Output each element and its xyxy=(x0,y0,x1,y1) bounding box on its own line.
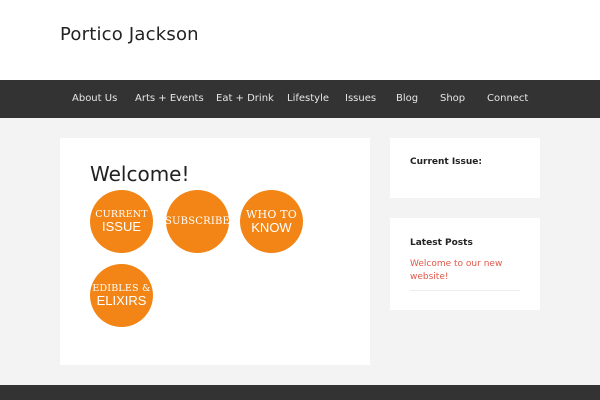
latest-posts-widget-title: Latest Posts xyxy=(410,238,473,248)
edibles-elixirs-button[interactable]: Edibles & Elixirs xyxy=(90,264,153,327)
post-divider xyxy=(410,290,520,291)
current-issue-button[interactable]: Current Issue xyxy=(90,190,153,253)
site-title[interactable]: Portico Jackson xyxy=(60,24,199,45)
current-issue-label-line2: Issue xyxy=(101,219,141,234)
nav-item-shop[interactable]: Shop xyxy=(440,80,465,118)
subscribe-button[interactable]: Subscribe xyxy=(164,190,231,253)
main-nav: About Us Arts + Events Eat + Drink Lifes… xyxy=(0,80,600,118)
latest-posts-widget: Latest Posts Welcome to our new website! xyxy=(390,218,540,310)
nav-item-eat-drink[interactable]: Eat + Drink xyxy=(216,80,274,118)
nav-item-about-us[interactable]: About Us xyxy=(72,80,117,118)
page-title: Welcome! xyxy=(90,162,190,186)
welcome-panel: Welcome! Current Issue Subscribe Who to … xyxy=(60,138,370,365)
edibles-elixirs-label-line2: Elixirs xyxy=(96,293,147,308)
current-issue-widget-title: Current Issue: xyxy=(410,157,483,167)
nav-item-lifestyle[interactable]: Lifestyle xyxy=(287,80,329,118)
nav-item-arts-events[interactable]: Arts + Events xyxy=(135,80,204,118)
site-header: Portico Jackson xyxy=(0,0,600,80)
latest-post-link[interactable]: Welcome to our new website! xyxy=(410,258,520,284)
current-issue-widget: Current Issue: xyxy=(390,138,540,198)
who-to-know-button[interactable]: Who to Know xyxy=(240,190,303,253)
site-footer xyxy=(0,385,600,400)
nav-item-issues[interactable]: Issues xyxy=(345,80,376,118)
nav-item-connect[interactable]: Connect xyxy=(487,80,528,118)
nav-item-blog[interactable]: Blog xyxy=(396,80,418,118)
subscribe-label: Subscribe xyxy=(164,216,231,227)
who-to-know-label-line2: Know xyxy=(251,220,292,235)
